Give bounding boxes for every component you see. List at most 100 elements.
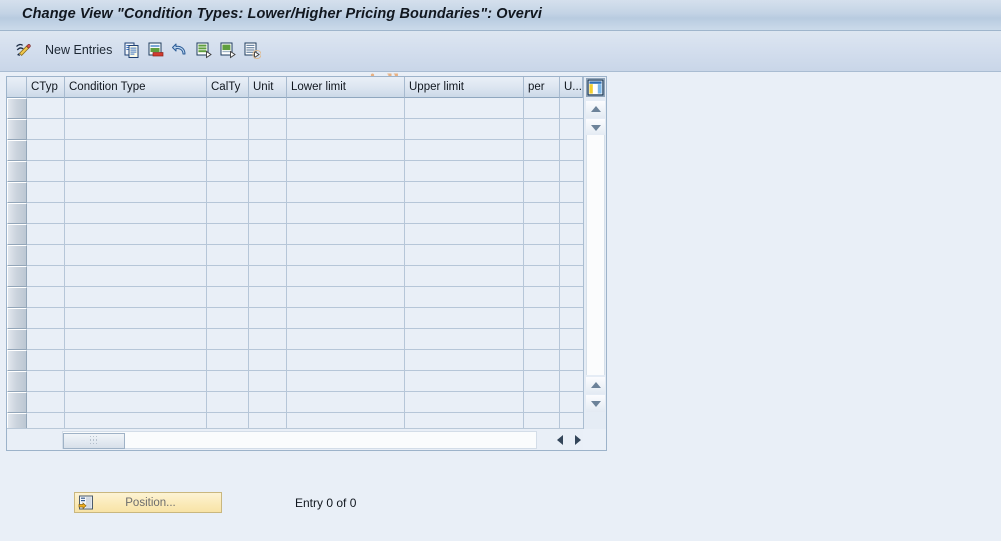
- table-cell-per[interactable]: [524, 161, 560, 182]
- row-selector-cell[interactable]: [7, 245, 27, 266]
- table-cell-upper[interactable]: [405, 266, 524, 287]
- table-cell-upper[interactable]: [405, 329, 524, 350]
- table-cell-per[interactable]: [524, 98, 560, 119]
- table-row[interactable]: [7, 140, 606, 161]
- table-cell-ctyp[interactable]: [27, 413, 65, 428]
- vertical-scroll-track[interactable]: [586, 135, 605, 375]
- row-selector-cell[interactable]: [7, 98, 27, 119]
- scroll-up-button-bottom[interactable]: [586, 377, 605, 394]
- table-cell-unit[interactable]: [249, 413, 287, 428]
- table-cell-upper[interactable]: [405, 245, 524, 266]
- table-cell-per[interactable]: [524, 224, 560, 245]
- table-cell-cond[interactable]: [65, 98, 207, 119]
- scroll-left-button-end[interactable]: [552, 432, 567, 448]
- table-cell-lower[interactable]: [287, 266, 405, 287]
- table-row[interactable]: [7, 287, 606, 308]
- table-cell-ctyp[interactable]: [27, 203, 65, 224]
- row-selector-cell[interactable]: [7, 413, 27, 428]
- table-cell-upper[interactable]: [405, 203, 524, 224]
- table-cell-calty[interactable]: [207, 203, 249, 224]
- table-cell-lower[interactable]: [287, 413, 405, 428]
- column-header-upper-limit[interactable]: Upper limit: [405, 77, 524, 98]
- row-selector-cell[interactable]: [7, 308, 27, 329]
- table-row[interactable]: [7, 392, 606, 413]
- table-cell-per[interactable]: [524, 203, 560, 224]
- table-cell-calty[interactable]: [207, 245, 249, 266]
- table-cell-upper[interactable]: [405, 287, 524, 308]
- table-cell-unit[interactable]: [249, 266, 287, 287]
- table-cell-lower[interactable]: [287, 161, 405, 182]
- table-cell-calty[interactable]: [207, 140, 249, 161]
- column-header-per[interactable]: per: [524, 77, 560, 98]
- horizontal-scroll-thumb[interactable]: ::::::: [63, 433, 125, 449]
- table-cell-lower[interactable]: [287, 119, 405, 140]
- row-selector-cell[interactable]: [7, 392, 27, 413]
- column-header-ctyp[interactable]: CTyp: [27, 77, 65, 98]
- table-row[interactable]: [7, 413, 606, 428]
- table-cell-per[interactable]: [524, 140, 560, 161]
- copy-as-button[interactable]: [120, 37, 144, 63]
- table-row[interactable]: [7, 98, 606, 119]
- undo-change-button[interactable]: [168, 37, 192, 63]
- scroll-down-button-top[interactable]: [586, 119, 605, 136]
- select-all-button[interactable]: [192, 37, 216, 63]
- table-cell-upper[interactable]: [405, 392, 524, 413]
- table-cell-lower[interactable]: [287, 350, 405, 371]
- table-cell-lower[interactable]: [287, 98, 405, 119]
- table-row[interactable]: [7, 119, 606, 140]
- table-cell-unit[interactable]: [249, 287, 287, 308]
- table-cell-unit[interactable]: [249, 308, 287, 329]
- table-row[interactable]: [7, 371, 606, 392]
- table-cell-ctyp[interactable]: [27, 140, 65, 161]
- table-cell-cond[interactable]: [65, 203, 207, 224]
- table-cell-ctyp[interactable]: [27, 371, 65, 392]
- row-selector-cell[interactable]: [7, 371, 27, 392]
- table-cell-upper[interactable]: [405, 161, 524, 182]
- table-cell-per[interactable]: [524, 392, 560, 413]
- row-selector-cell[interactable]: [7, 161, 27, 182]
- table-cell-calty[interactable]: [207, 266, 249, 287]
- table-cell-lower[interactable]: [287, 371, 405, 392]
- table-cell-cond[interactable]: [65, 266, 207, 287]
- table-cell-calty[interactable]: [207, 350, 249, 371]
- table-cell-calty[interactable]: [207, 329, 249, 350]
- table-cell-ctyp[interactable]: [27, 350, 65, 371]
- scroll-down-button-bottom[interactable]: [586, 395, 605, 412]
- table-cell-unit[interactable]: [249, 98, 287, 119]
- table-cell-ctyp[interactable]: [27, 119, 65, 140]
- table-cell-cond[interactable]: [65, 140, 207, 161]
- row-selector-cell[interactable]: [7, 287, 27, 308]
- table-cell-calty[interactable]: [207, 413, 249, 428]
- table-row[interactable]: [7, 350, 606, 371]
- table-cell-per[interactable]: [524, 308, 560, 329]
- table-row[interactable]: [7, 266, 606, 287]
- table-cell-calty[interactable]: [207, 182, 249, 203]
- table-cell-upper[interactable]: [405, 119, 524, 140]
- column-header-u[interactable]: U...: [560, 77, 583, 98]
- table-cell-lower[interactable]: [287, 308, 405, 329]
- table-cell-ctyp[interactable]: [27, 392, 65, 413]
- table-cell-unit[interactable]: [249, 203, 287, 224]
- table-cell-per[interactable]: [524, 266, 560, 287]
- column-header-lower-limit[interactable]: Lower limit: [287, 77, 405, 98]
- table-cell-ctyp[interactable]: [27, 287, 65, 308]
- table-cell-lower[interactable]: [287, 140, 405, 161]
- table-row[interactable]: [7, 224, 606, 245]
- row-selector-cell[interactable]: [7, 182, 27, 203]
- table-cell-lower[interactable]: [287, 182, 405, 203]
- table-cell-cond[interactable]: [65, 224, 207, 245]
- table-cell-unit[interactable]: [249, 350, 287, 371]
- table-cell-per[interactable]: [524, 371, 560, 392]
- scroll-up-button-top[interactable]: [586, 101, 605, 118]
- delete-button[interactable]: [144, 37, 168, 63]
- horizontal-scrollbar[interactable]: ::::::: [7, 428, 583, 450]
- column-settings-icon[interactable]: [586, 78, 605, 97]
- table-cell-ctyp[interactable]: [27, 224, 65, 245]
- row-selector-cell[interactable]: [7, 329, 27, 350]
- table-row[interactable]: [7, 329, 606, 350]
- table-cell-calty[interactable]: [207, 392, 249, 413]
- table-cell-calty[interactable]: [207, 161, 249, 182]
- table-cell-per[interactable]: [524, 182, 560, 203]
- table-cell-lower[interactable]: [287, 245, 405, 266]
- table-cell-upper[interactable]: [405, 224, 524, 245]
